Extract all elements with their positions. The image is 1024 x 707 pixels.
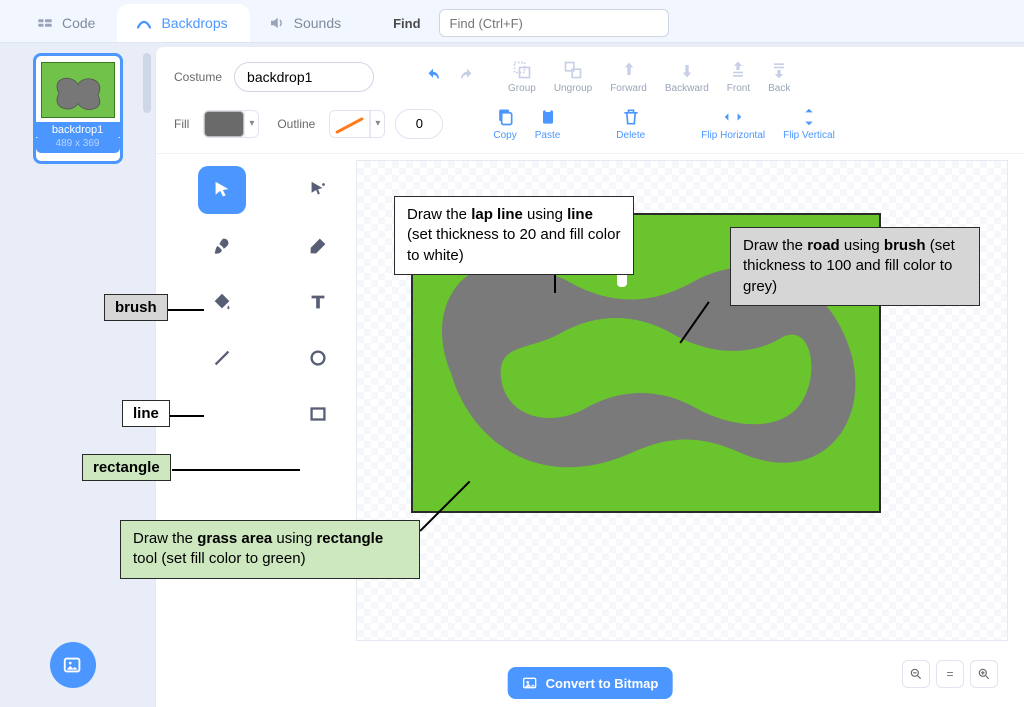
- backward-button[interactable]: Backward: [665, 59, 709, 94]
- annotation-lead: [162, 309, 204, 311]
- paste-icon: [538, 107, 558, 127]
- reshape-icon: [307, 179, 329, 201]
- annotation-callout-lap: Draw the lap line using line (set thickn…: [394, 196, 634, 275]
- circle-icon: [307, 347, 329, 369]
- flip-horizontal-icon: [722, 106, 744, 128]
- sidebar-scrollbar[interactable]: [143, 53, 151, 113]
- costume-thumbnail[interactable]: 1 backdrop1 489 x 369: [33, 53, 123, 164]
- tab-sounds-label: Sounds: [294, 15, 341, 31]
- tool-text[interactable]: [294, 278, 342, 326]
- tool-select[interactable]: [198, 166, 246, 214]
- redo-button[interactable]: [454, 64, 480, 90]
- zoom-in-icon: [977, 667, 991, 681]
- convert-label: Convert to Bitmap: [546, 676, 659, 691]
- outline-width-input[interactable]: [395, 109, 443, 139]
- tab-code[interactable]: Code: [18, 4, 117, 42]
- fill-color-picker[interactable]: ▾: [203, 110, 259, 138]
- costume-preview: [41, 62, 115, 118]
- flip-vertical-icon: [798, 106, 820, 128]
- trash-icon: [621, 107, 641, 127]
- brush-icon: [211, 235, 233, 257]
- tool-eraser[interactable]: [294, 222, 342, 270]
- convert-to-bitmap-button[interactable]: Convert to Bitmap: [508, 667, 673, 699]
- backdrops-icon: [135, 14, 153, 32]
- redo-icon: [458, 68, 476, 86]
- annotation-callout-grass: Draw the grass area using rectangle tool…: [120, 520, 420, 579]
- text-icon: [307, 291, 329, 313]
- outline-swatch: [330, 111, 370, 137]
- annotation-lead: [172, 469, 300, 471]
- fill-label: Fill: [174, 117, 189, 131]
- annotation-tag-brush: brush: [104, 294, 168, 321]
- back-button[interactable]: Back: [768, 59, 790, 94]
- copy-icon: [495, 107, 515, 127]
- forward-button[interactable]: Forward: [610, 59, 647, 94]
- costume-name-input[interactable]: [234, 62, 374, 92]
- back-icon: [769, 60, 789, 80]
- delete-button[interactable]: Delete: [616, 106, 645, 141]
- annotation-callout-road: Draw the road using brush (set thickness…: [730, 227, 980, 306]
- tool-fill[interactable]: [198, 278, 246, 326]
- tool-reshape[interactable]: [294, 166, 342, 214]
- undo-button[interactable]: [420, 64, 446, 90]
- group-button[interactable]: Group: [508, 59, 536, 94]
- code-icon: [36, 14, 54, 32]
- find-input[interactable]: [439, 9, 669, 37]
- front-button[interactable]: Front: [727, 59, 750, 94]
- sounds-icon: [268, 14, 286, 32]
- image-plus-icon: [62, 654, 84, 676]
- flip-horizontal-button[interactable]: Flip Horizontal: [701, 106, 765, 141]
- tab-backdrops-label: Backdrops: [161, 15, 227, 31]
- add-costume-button[interactable]: [50, 642, 96, 688]
- fill-icon: [211, 291, 233, 313]
- tool-rectangle[interactable]: [294, 390, 342, 438]
- chevron-down-icon: ▾: [244, 111, 258, 137]
- costume-name-label: backdrop1: [35, 122, 121, 138]
- tab-sounds[interactable]: Sounds: [250, 4, 363, 42]
- outline-color-picker[interactable]: ▾: [329, 110, 385, 138]
- tool-brush[interactable]: [198, 222, 246, 270]
- costume-label: Costume: [174, 70, 222, 84]
- flip-vertical-button[interactable]: Flip Vertical: [783, 106, 835, 141]
- zoom-reset-icon: =: [946, 667, 953, 681]
- tool-circle[interactable]: [294, 334, 342, 382]
- chevron-down-icon: ▾: [370, 111, 384, 137]
- zoom-reset-button[interactable]: =: [936, 660, 964, 688]
- zoom-in-button[interactable]: [970, 660, 998, 688]
- group-icon: [512, 60, 532, 80]
- ungroup-button[interactable]: Ungroup: [554, 59, 592, 94]
- find-label: Find: [393, 16, 420, 31]
- eraser-icon: [307, 235, 329, 257]
- tool-line[interactable]: [198, 334, 246, 382]
- fill-swatch: [204, 111, 244, 137]
- annotation-tag-line: line: [122, 400, 170, 427]
- line-icon: [211, 347, 233, 369]
- copy-button[interactable]: Copy: [493, 106, 516, 141]
- zoom-out-icon: [909, 667, 923, 681]
- image-icon: [522, 675, 538, 691]
- backward-icon: [677, 60, 697, 80]
- front-icon: [728, 60, 748, 80]
- undo-icon: [424, 68, 442, 86]
- ungroup-icon: [563, 60, 583, 80]
- costume-dimensions: 489 x 369: [36, 138, 120, 153]
- paste-button[interactable]: Paste: [535, 106, 561, 141]
- tab-code-label: Code: [62, 15, 95, 31]
- rectangle-icon: [307, 403, 329, 425]
- zoom-out-button[interactable]: [902, 660, 930, 688]
- annotation-tag-rectangle: rectangle: [82, 454, 171, 481]
- tab-backdrops[interactable]: Backdrops: [117, 4, 249, 42]
- outline-label: Outline: [277, 117, 315, 131]
- forward-icon: [619, 60, 639, 80]
- arrow-icon: [211, 179, 233, 201]
